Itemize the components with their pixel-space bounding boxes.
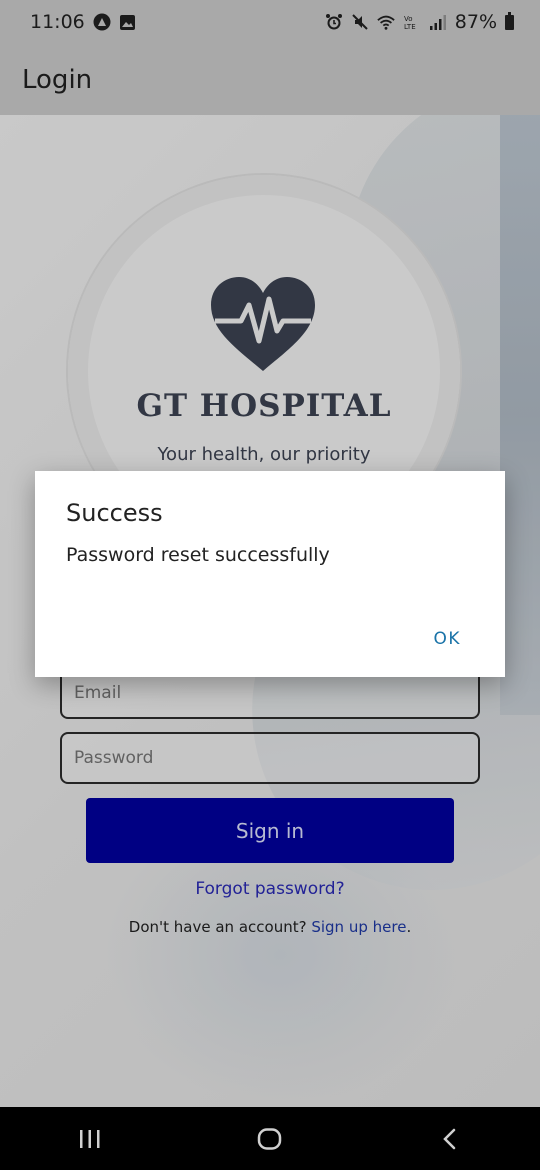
recent-apps-icon[interactable] [60,1119,120,1159]
login-screen: 11:06 Vo LTE 87% Login GT HOSPITAL Your … [0,0,540,1170]
dialog-ok-button[interactable]: OK [433,629,461,649]
dialog-title: Success [66,499,163,527]
back-icon[interactable] [420,1119,480,1159]
navigation-bar [0,1107,540,1170]
dialog-message: Password reset successfully [66,544,330,566]
home-icon[interactable] [240,1119,300,1159]
success-dialog: Success Password reset successfully OK [35,471,505,677]
